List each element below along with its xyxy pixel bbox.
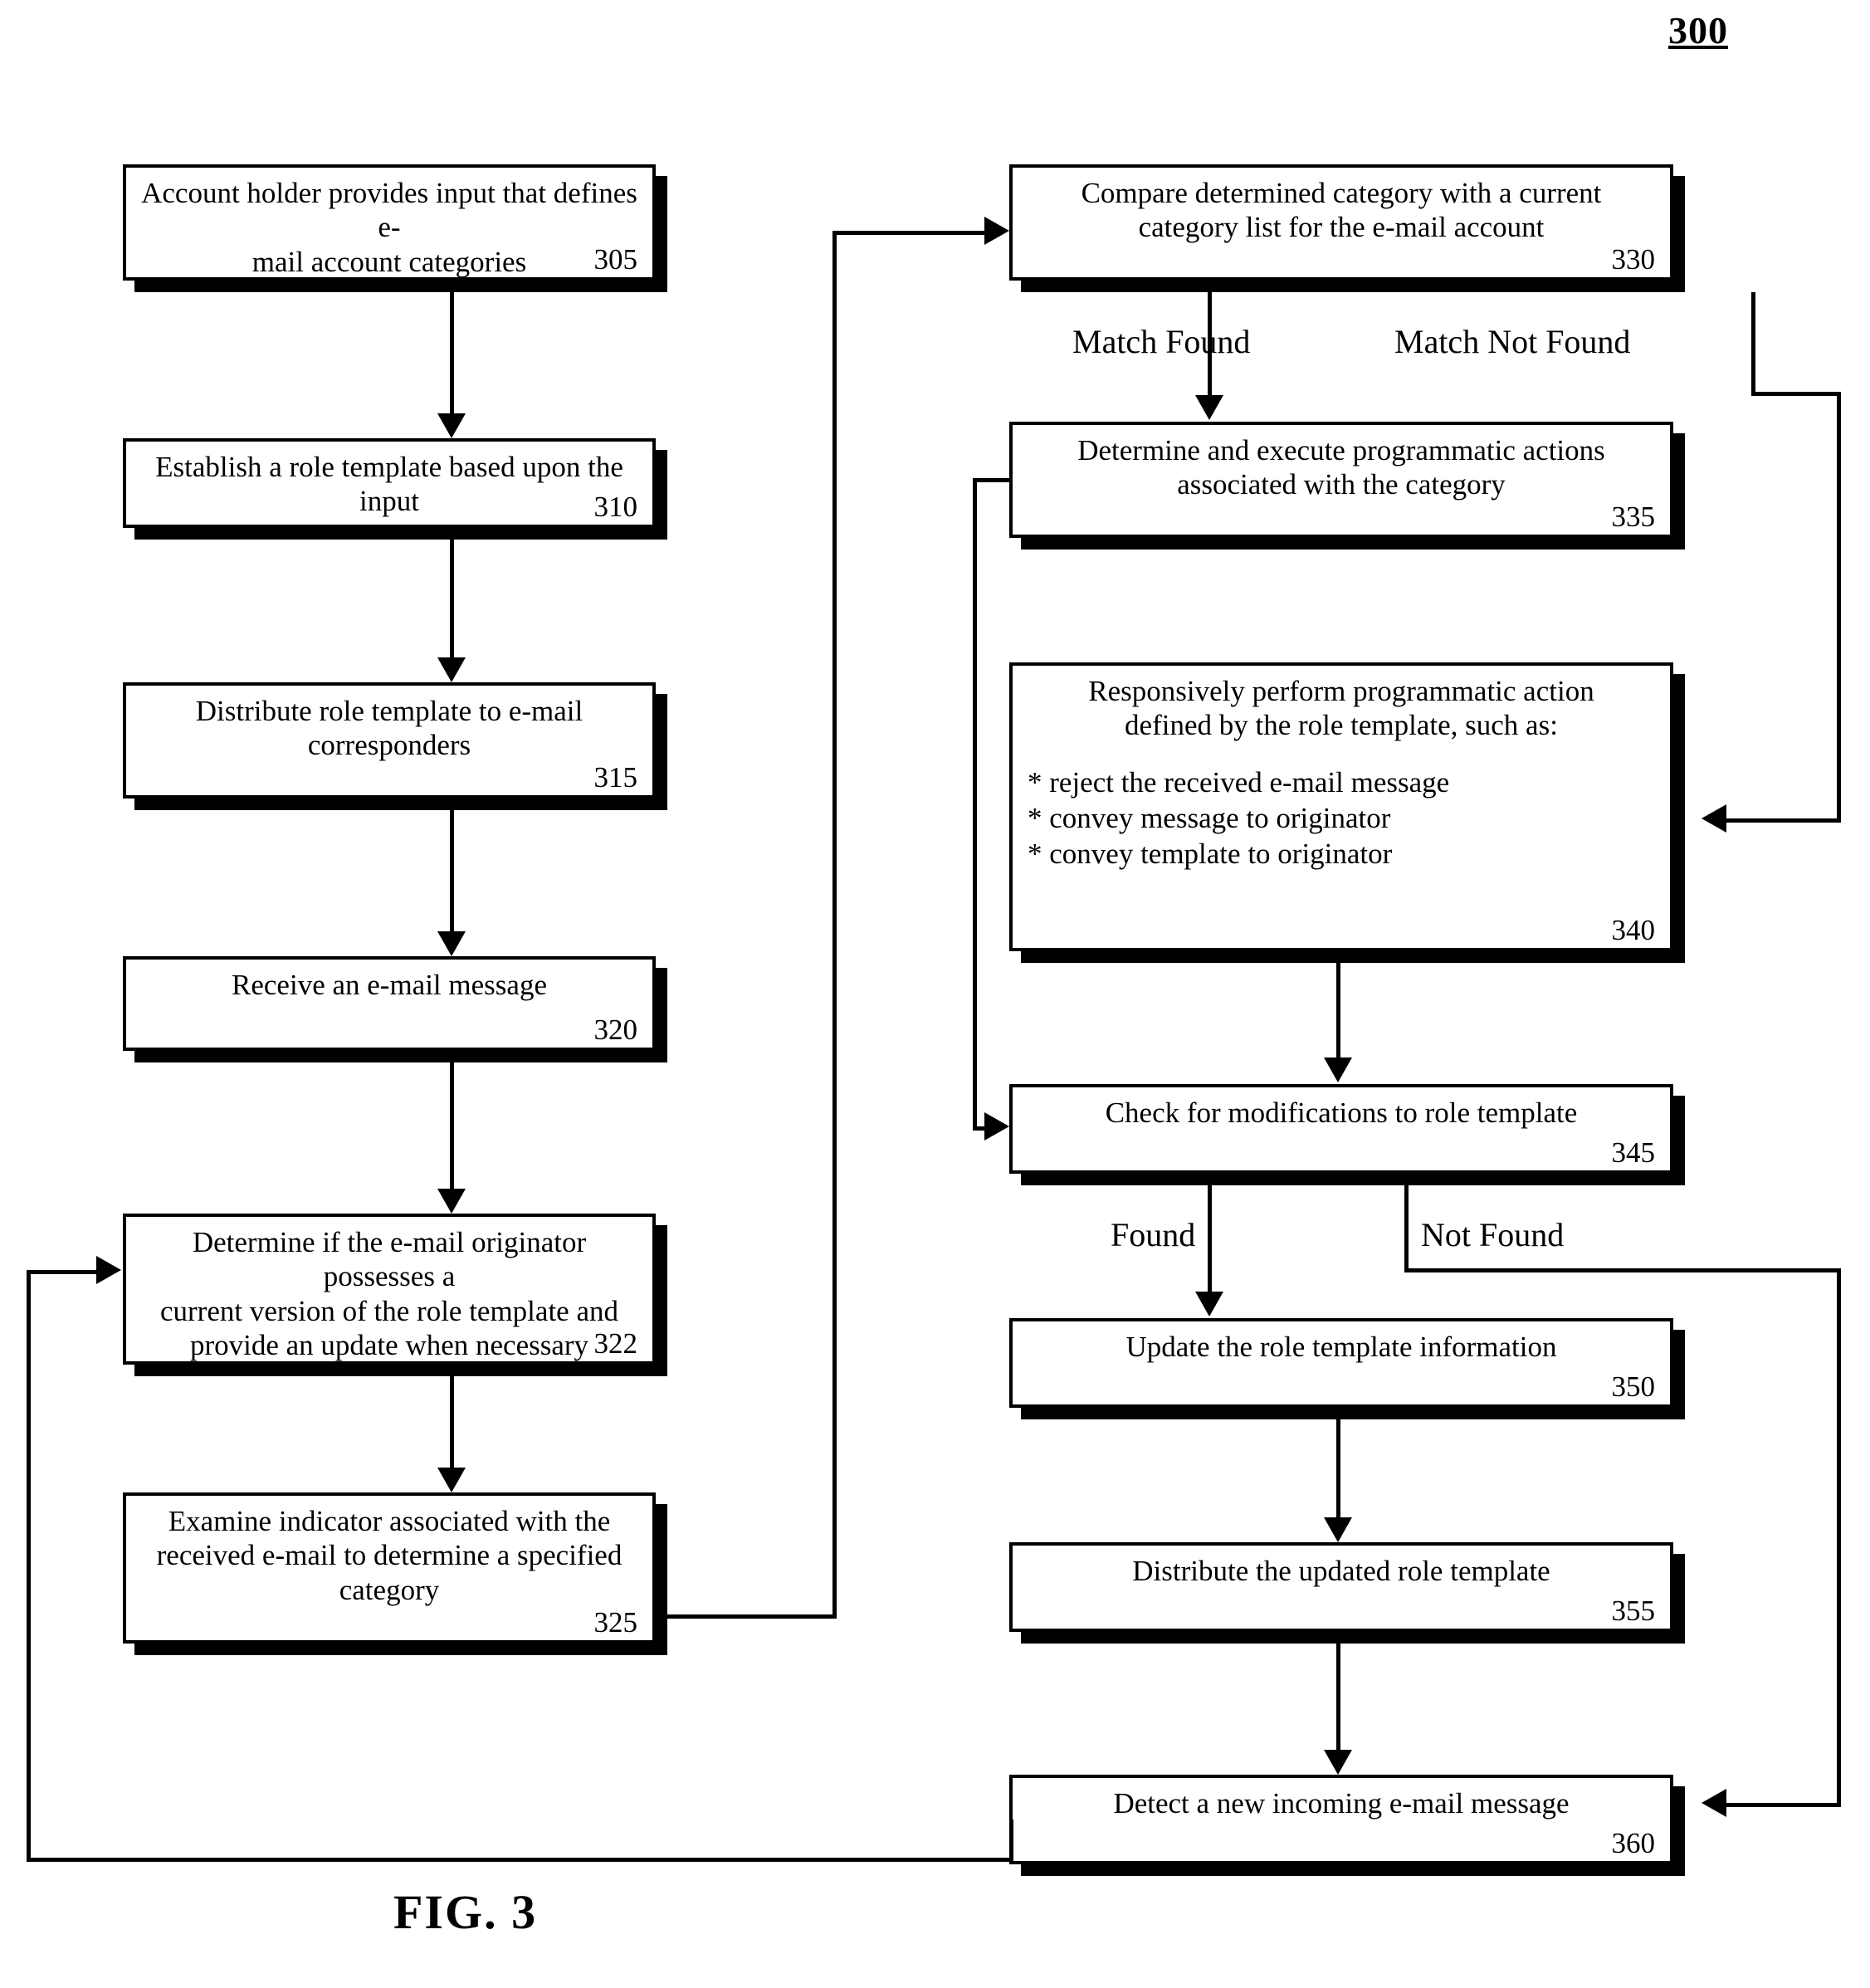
process-box-355[interactable]: Distribute the updated role template 355 xyxy=(1009,1542,1673,1632)
connector-310-315 xyxy=(450,540,454,657)
connector-matchnotfound-h2 xyxy=(1726,818,1841,823)
process-box-350-ref: 350 xyxy=(1611,1370,1656,1403)
process-box-340-ref: 340 xyxy=(1611,914,1656,946)
process-box-360[interactable]: Detect a new incoming e-mail message 360 xyxy=(1009,1775,1673,1864)
patent-figure-page: 300 Account holder provides input that d… xyxy=(0,0,1870,1988)
arrowhead-350-355 xyxy=(1324,1517,1352,1542)
process-box-335-text: Determine and execute programmatic actio… xyxy=(1077,434,1605,501)
process-box-322[interactable]: Determine if the e-mail originator posse… xyxy=(123,1214,656,1365)
process-box-350[interactable]: Update the role template information 350 xyxy=(1009,1318,1673,1408)
connector-360-322-h-top xyxy=(27,1270,96,1274)
process-box-325[interactable]: Examine indicator associated with the re… xyxy=(123,1492,656,1644)
connector-335-345-h2 xyxy=(973,1126,984,1131)
edge-label-not-found: Not Found xyxy=(1421,1216,1565,1253)
connector-335-345-v xyxy=(973,478,977,1129)
connector-360-322-v-stub xyxy=(1009,1819,1013,1861)
arrowhead-310-315 xyxy=(437,657,466,682)
process-box-320-ref: 320 xyxy=(593,1014,638,1046)
arrowhead-330-335 xyxy=(1195,395,1223,420)
arrowhead-notfound-360 xyxy=(1702,1789,1726,1817)
process-box-305[interactable]: Account holder provides input that defin… xyxy=(123,164,656,281)
process-box-360-text: Detect a new incoming e-mail message xyxy=(1113,1787,1570,1819)
process-box-310-ref: 310 xyxy=(593,491,638,523)
process-box-355-text: Distribute the updated role template xyxy=(1132,1555,1550,1587)
connector-360-322-h-bottom xyxy=(27,1858,1013,1862)
connector-notfound-h2 xyxy=(1726,1803,1841,1807)
arrowhead-340-345 xyxy=(1324,1057,1352,1082)
connector-matchnotfound-v1 xyxy=(1751,292,1755,395)
process-box-305-text: Account holder provides input that defin… xyxy=(141,177,637,278)
process-box-315-text: Distribute role template to e-mail corre… xyxy=(195,695,583,762)
connector-322-325 xyxy=(450,1376,454,1468)
connector-325-330-v xyxy=(832,231,837,1619)
process-box-330-text: Compare determined category with a curre… xyxy=(1081,177,1602,244)
connector-matchnotfound-h1 xyxy=(1751,392,1841,396)
process-box-325-text: Examine indicator associated with the re… xyxy=(156,1505,623,1606)
connector-355-360 xyxy=(1336,1644,1340,1750)
process-box-320-text: Receive an e-mail message xyxy=(232,969,547,1001)
process-box-340-bullets: * reject the received e-mail message * c… xyxy=(1028,765,1450,871)
connector-360-322-v-left xyxy=(27,1270,31,1861)
process-box-322-text: Determine if the e-mail originator posse… xyxy=(159,1226,618,1361)
figure-caption: FIG. 3 xyxy=(393,1885,538,1939)
connector-350-355 xyxy=(1336,1419,1340,1517)
process-box-320[interactable]: Receive an e-mail message 320 xyxy=(123,956,656,1051)
process-box-315-ref: 315 xyxy=(593,761,638,794)
process-box-345-ref: 345 xyxy=(1611,1136,1656,1169)
connector-notfound-v1 xyxy=(1404,1185,1409,1272)
arrowhead-320-322 xyxy=(437,1189,466,1214)
process-box-315[interactable]: Distribute role template to e-mail corre… xyxy=(123,682,656,799)
connector-345-350 xyxy=(1208,1185,1212,1292)
figure-number: 300 xyxy=(1668,9,1728,51)
edge-label-match-not-found: Match Not Found xyxy=(1394,323,1631,360)
arrowhead-360-322 xyxy=(96,1256,121,1284)
arrowhead-305-310 xyxy=(437,413,466,438)
arrowhead-335-345 xyxy=(984,1112,1009,1141)
process-box-325-ref: 325 xyxy=(593,1606,638,1639)
connector-notfound-h1 xyxy=(1404,1268,1841,1272)
process-box-310[interactable]: Establish a role template based upon the… xyxy=(123,438,656,528)
arrowhead-315-320 xyxy=(437,931,466,956)
connector-320-322 xyxy=(450,1062,454,1189)
process-box-355-ref: 355 xyxy=(1611,1595,1656,1627)
arrowhead-325-330 xyxy=(984,217,1009,245)
process-box-305-ref: 305 xyxy=(593,243,638,276)
connector-340-345 xyxy=(1336,963,1340,1057)
process-box-345-text: Check for modifications to role template xyxy=(1105,1097,1578,1129)
process-box-340[interactable]: Responsively perform programmatic action… xyxy=(1009,662,1673,951)
connector-325-330-h1 xyxy=(656,1614,837,1619)
edge-label-found: Found xyxy=(1111,1216,1196,1253)
arrowhead-345-350 xyxy=(1195,1292,1223,1316)
arrowhead-322-325 xyxy=(437,1468,466,1492)
process-box-330[interactable]: Compare determined category with a curre… xyxy=(1009,164,1673,281)
connector-305-310 xyxy=(450,292,454,413)
process-box-340-text: Responsively perform programmatic action… xyxy=(1088,675,1594,742)
edge-label-match-found: Match Found xyxy=(1072,323,1251,360)
connector-315-320 xyxy=(450,810,454,931)
connector-325-330-h2 xyxy=(832,231,984,235)
process-box-310-text: Establish a role template based upon the… xyxy=(155,451,623,518)
connector-notfound-v2 xyxy=(1837,1268,1841,1806)
process-box-345[interactable]: Check for modifications to role template… xyxy=(1009,1084,1673,1174)
process-box-335-ref: 335 xyxy=(1611,501,1656,533)
process-box-322-ref: 322 xyxy=(593,1327,638,1360)
process-box-330-ref: 330 xyxy=(1611,243,1656,276)
arrowhead-355-360 xyxy=(1324,1750,1352,1775)
process-box-360-ref: 360 xyxy=(1611,1827,1656,1859)
connector-matchnotfound-v2 xyxy=(1837,392,1841,821)
arrowhead-matchnotfound-340 xyxy=(1702,804,1726,833)
process-box-350-text: Update the role template information xyxy=(1125,1331,1557,1363)
process-box-335[interactable]: Determine and execute programmatic actio… xyxy=(1009,422,1673,538)
connector-335-345-h1 xyxy=(973,478,1013,482)
